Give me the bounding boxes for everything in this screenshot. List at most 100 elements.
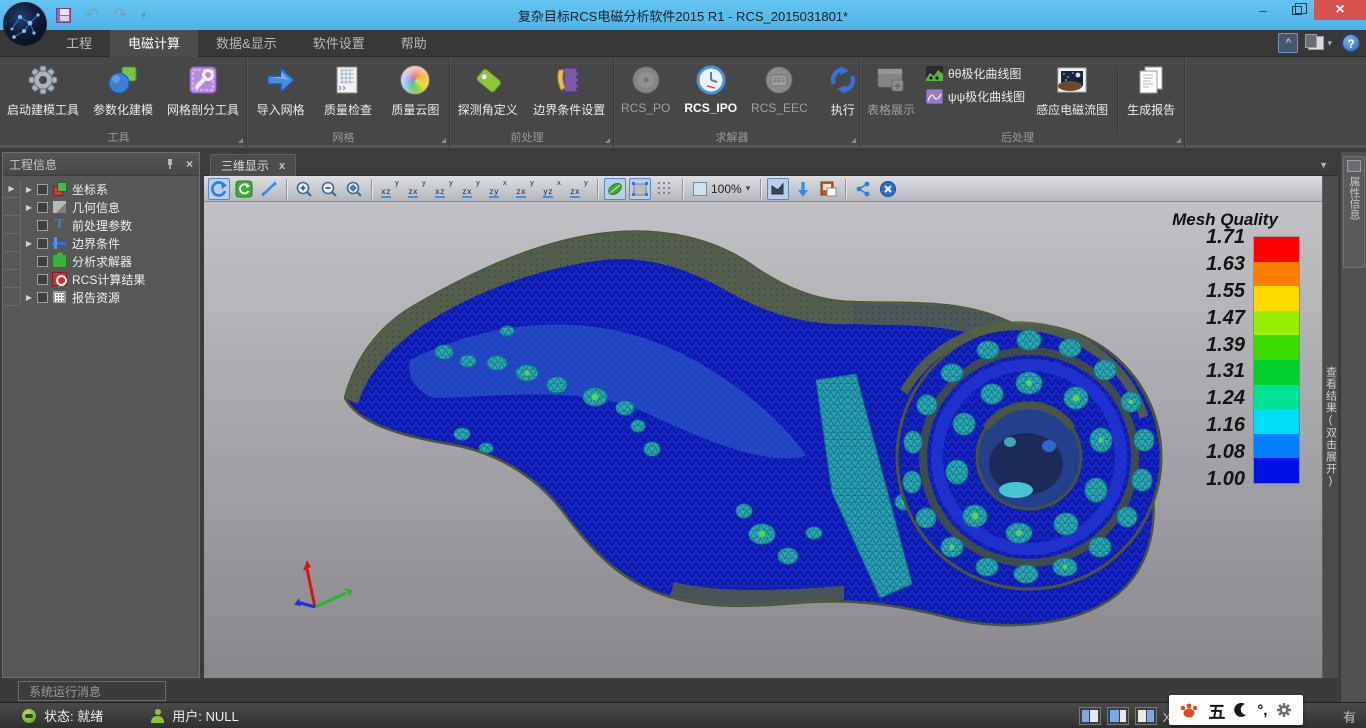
ime-lang-label[interactable]: 五 — [1208, 698, 1225, 723]
window-layout-icon[interactable] — [1308, 36, 1324, 50]
rcs-eec-button[interactable]: RCS_EEC — [744, 61, 815, 117]
pin-icon[interactable] — [164, 158, 176, 170]
tree-item-rcs-results[interactable]: RCS计算结果 — [3, 270, 199, 288]
group-expand-icon[interactable] — [238, 138, 243, 143]
layers-window-icon[interactable] — [817, 178, 839, 200]
boundary-settings-button[interactable]: 边界条件设置 — [526, 61, 612, 120]
legend-values: 1.71 1.63 1.55 1.47 1.39 1.31 1.24 1.16 … — [1206, 227, 1245, 489]
help-icon[interactable]: ? — [1342, 34, 1360, 52]
close-button[interactable]: × — [1314, 0, 1366, 20]
theta-polar-curve-button[interactable]: θθ极化曲线图 — [926, 65, 1025, 82]
fit-view-icon[interactable] — [767, 178, 789, 200]
logo-network-icon — [4, 3, 47, 46]
checkbox[interactable] — [37, 202, 48, 213]
table-show-button[interactable]: 表格展示 — [860, 61, 922, 120]
shaded-leaf-icon[interactable] — [604, 178, 626, 200]
collapse-ribbon-icon[interactable]: ^ — [1278, 33, 1298, 53]
zoom-in-icon[interactable] — [293, 178, 315, 200]
group-expand-icon[interactable] — [851, 138, 856, 143]
restore-button[interactable] — [1280, 0, 1314, 20]
view-zx3-icon[interactable]: yzx — [513, 179, 537, 199]
quality-cloud-button[interactable]: 质量云图 — [384, 61, 446, 120]
share-icon[interactable] — [852, 178, 874, 200]
checkbox[interactable] — [37, 256, 48, 267]
grid-dots-icon[interactable] — [654, 178, 676, 200]
group-expand-icon[interactable] — [1176, 138, 1181, 143]
tab-em-compute[interactable]: 电磁计算 — [110, 30, 198, 57]
right-dock-strip: 属性信息 — [1340, 152, 1366, 702]
parametric-modeling-button[interactable]: 参数化建模 — [86, 61, 160, 120]
induction-current-map-button[interactable]: 感应电磁流图 — [1029, 61, 1115, 120]
probe-angle-button[interactable]: 探测角定义 — [451, 61, 525, 120]
view-xz-icon[interactable]: yxz — [378, 179, 402, 199]
zoom-dropdown-icon[interactable]: ▾ — [746, 183, 751, 194]
checkbox[interactable] — [37, 220, 48, 231]
group-expand-icon[interactable] — [605, 138, 610, 143]
checkbox[interactable] — [37, 238, 48, 249]
pan-icon[interactable] — [258, 178, 280, 200]
quality-check-button[interactable]: 质量检查 — [317, 61, 379, 120]
ime-moon-icon[interactable] — [1234, 702, 1248, 718]
mesh-partition-button[interactable]: 网格剖分工具 — [160, 61, 246, 120]
group-expand-icon[interactable] — [441, 138, 446, 143]
tree-item-geometry[interactable]: ▶ 几何信息 — [3, 198, 199, 216]
ime-punct-label[interactable]: °, — [1257, 702, 1267, 719]
tab-help[interactable]: 帮助 — [383, 30, 445, 57]
plane-select-icon[interactable] — [629, 178, 651, 200]
minimize-button[interactable]: – — [1246, 0, 1280, 20]
view-iso-icon[interactable]: yzx — [567, 179, 591, 199]
zoom-out-icon[interactable] — [318, 178, 340, 200]
ime-gear-icon[interactable] — [1276, 702, 1292, 718]
cancel-icon[interactable] — [877, 178, 899, 200]
tab-list-dropdown-icon[interactable]: ▼ — [1319, 160, 1328, 170]
view-xz2-icon[interactable]: yxz — [432, 179, 456, 199]
window-layout-dropdown-icon[interactable]: ▾ — [1327, 38, 1332, 49]
layout-right-panel-icon[interactable] — [1135, 707, 1157, 725]
checkbox[interactable] — [37, 292, 48, 303]
checkbox[interactable] — [37, 274, 48, 285]
ime-paw-icon[interactable] — [1179, 701, 1199, 719]
properties-collapsed-tab[interactable]: 属性信息 — [1343, 156, 1365, 268]
results-collapsed-tab[interactable]: 查看结果(双击展开) — [1322, 176, 1338, 678]
generate-report-button[interactable]: 生成报告 — [1120, 61, 1182, 120]
rcs-ipo-button[interactable]: RCS_IPO — [677, 61, 744, 117]
tab-3d-display[interactable]: 三维显示 x — [210, 154, 296, 176]
ribbon-tab-row: 工程 电磁计算 数据&显示 软件设置 帮助 ^ ▾ ? — [0, 30, 1366, 57]
launch-modeling-button[interactable]: 启动建模工具 — [0, 61, 86, 120]
tab-data-display[interactable]: 数据&显示 — [198, 30, 295, 57]
ime-toolbar[interactable]: 五 °, — [1169, 695, 1303, 725]
view-zx2-icon[interactable]: yzx — [459, 179, 483, 199]
down-arrow-icon[interactable] — [792, 178, 814, 200]
layout-split-icon[interactable] — [1107, 707, 1129, 725]
title-bar: ↶ ↷ ▾ 复杂目标RCS电磁分析软件2015 R1 - RCS_2015031… — [0, 0, 1366, 30]
import-mesh-button[interactable]: 导入网格 — [250, 61, 312, 120]
status-bar: 状态: 就绪 用户: NULL XX工 五 °, — [0, 702, 1366, 728]
tree-item-boundary[interactable]: ▶ 边界条件 — [3, 234, 199, 252]
system-messages-tab[interactable]: 系统运行消息 — [18, 681, 166, 701]
viewport-3d[interactable]: Mesh Quality 1.71 1.63 1.55 1.47 1.39 1.… — [204, 202, 1322, 678]
panel-close-icon[interactable]: × — [186, 157, 193, 171]
tab-close-icon[interactable]: x — [279, 160, 285, 172]
status-text: 状态: 就绪 — [44, 706, 103, 725]
group-label-tools: 工具 — [0, 128, 247, 146]
zoom-level-combo[interactable]: 100% ▾ — [689, 178, 754, 200]
zoom-fit-icon[interactable] — [343, 178, 365, 200]
tree-item-solver[interactable]: 分析求解器 — [3, 252, 199, 270]
layout-left-panel-icon[interactable] — [1079, 707, 1101, 725]
rcs-po-button[interactable]: RCS_PO — [614, 61, 677, 117]
spin-icon[interactable] — [233, 178, 255, 200]
tab-project[interactable]: 工程 — [48, 30, 110, 57]
view-yz-icon[interactable]: xyz — [540, 179, 564, 199]
psi-polar-curve-button[interactable]: ψψ极化曲线图 — [926, 88, 1025, 105]
tree-item-preprocess[interactable]: T 前处理参数 — [3, 216, 199, 234]
rainbow-sphere-icon — [398, 63, 432, 97]
view-zx-icon[interactable]: yzx — [405, 179, 429, 199]
legend-colorbar — [1253, 236, 1300, 484]
orbit-rotate-icon[interactable] — [208, 178, 230, 200]
tag-icon — [471, 63, 505, 97]
checkbox[interactable] — [37, 184, 48, 195]
view-zy-icon[interactable]: xzy — [486, 179, 510, 199]
tree-item-coordinate[interactable]: ▶ ▶ 坐标系 — [3, 180, 199, 198]
tree-item-report-resource[interactable]: ▶ 报告资源 — [3, 288, 199, 306]
tab-settings[interactable]: 软件设置 — [295, 30, 383, 57]
